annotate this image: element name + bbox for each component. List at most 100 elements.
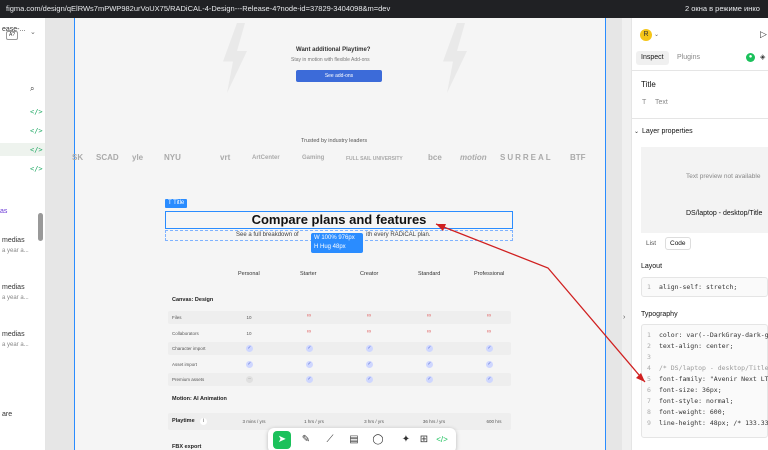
canvas-gutter [606, 18, 622, 450]
code-line: font-weight: 600; [659, 408, 726, 416]
code-line: font-style: normal; [659, 397, 734, 405]
cell: ∞ [426, 313, 432, 319]
code-line: line-height: 48px; /* 133.33 [659, 419, 768, 427]
dev-resources-icon[interactable]: ⊞ [415, 431, 433, 449]
upsell-subtitle: Stay in motion with flexible Add-ons [291, 57, 370, 63]
logo: ArtCenter [252, 155, 280, 161]
cell: ∞ [486, 329, 492, 335]
list-item-sub: a year a... [2, 248, 29, 254]
list-item-label[interactable]: medias [2, 331, 25, 338]
see-addons-button[interactable]: See add-ons [296, 70, 382, 82]
cell: 1 hrs / yrs [304, 419, 324, 424]
column-header: Creator [360, 271, 379, 277]
cell: 10 [246, 315, 252, 320]
lightning-decoration [443, 23, 467, 93]
code-icon[interactable]: </> [30, 127, 43, 135]
text-icon[interactable]: A? [6, 31, 18, 40]
pen-tool-icon[interactable]: ✎ [297, 431, 315, 449]
list-item-label[interactable]: as [0, 208, 7, 215]
trusted-heading: Trusted by industry leaders [301, 138, 368, 144]
section-heading: Canvas: Design [172, 297, 214, 303]
logo: BTF [570, 153, 586, 162]
selection-tag: T Title [165, 199, 188, 208]
logo: vrt [220, 153, 231, 162]
tab-code[interactable]: Code [665, 237, 691, 250]
code-block[interactable]: 1 align-self: stretch; [641, 277, 768, 297]
code-block[interactable]: 1 color: var(--DarkGray-dark-g 2 text-al… [641, 324, 768, 438]
check-icon: ✓ [366, 361, 373, 368]
dash-icon: – [246, 376, 253, 383]
table-row [168, 342, 511, 355]
list-item-label[interactable]: are [2, 411, 12, 418]
check-icon: ✓ [486, 361, 493, 368]
height-readout: H Hug 48px [314, 244, 346, 250]
incognito-label[interactable]: 2 окна в режиме инко [685, 4, 760, 13]
cell: 10 [246, 331, 252, 336]
scrollbar[interactable] [38, 213, 43, 241]
status-badge[interactable]: ● [746, 53, 755, 62]
url-text[interactable]: figma.com/design/qElRWs7mPWP982urVoUX75/… [6, 4, 390, 13]
tab-list[interactable]: List [646, 240, 656, 247]
line-number: 1 [647, 283, 651, 291]
cell: 3 hrs / yrs [364, 419, 384, 424]
dev-mode-icon[interactable]: </> [433, 431, 451, 449]
code-line: align-self: stretch; [659, 283, 738, 291]
line-number: 8 [647, 408, 651, 416]
dimension-badge: W 100% 976px H Hug 48px [311, 233, 363, 253]
cell: ∞ [426, 329, 432, 335]
row-label: Premium assets [172, 377, 205, 382]
component-icon[interactable]: ◈ [760, 53, 765, 61]
line-number: 4 [647, 364, 651, 372]
cell: ∞ [366, 313, 372, 319]
code-icon[interactable]: </> [30, 146, 43, 154]
typography-heading: Typography [641, 311, 678, 318]
chevron-down-icon[interactable]: ⌄ [30, 28, 36, 36]
cell: ∞ [486, 313, 492, 319]
table-row [168, 373, 511, 386]
layer-properties-heading[interactable]: Layer properties [642, 128, 693, 135]
chevron-down-icon[interactable]: ⌄ [654, 31, 659, 38]
measure-tool-icon[interactable]: ⟋ [321, 431, 339, 449]
code-icon[interactable]: </> [30, 165, 43, 173]
list-item-sub: a year a... [2, 295, 29, 301]
annotation-tool-icon[interactable]: ▤ [345, 431, 363, 449]
row-label: Collaborators [172, 331, 199, 336]
search-icon[interactable]: ⌕ [30, 84, 34, 94]
column-header: Professional [474, 271, 505, 277]
code-line: font-size: 36px; [659, 386, 722, 394]
list-item-label[interactable]: medias [2, 284, 25, 291]
layout-heading: Layout [641, 263, 663, 270]
logo: SK [72, 153, 84, 162]
plugins-tool-icon[interactable]: ✦ [397, 431, 415, 449]
line-number: 9 [647, 419, 651, 427]
upsell-title: Want additional Playtime? [296, 47, 371, 53]
avatar[interactable]: R [640, 29, 652, 41]
check-icon: ✓ [366, 376, 373, 383]
play-icon[interactable]: ▷ [760, 29, 767, 40]
canvas-toolbar: ➤ ✎ ⟋ ▤ ◯ ✦ ⊞ </> [268, 428, 456, 450]
logo: yle [132, 153, 144, 162]
tab-inspect[interactable]: Inspect [636, 51, 669, 65]
table-row [168, 311, 511, 324]
check-icon: ✓ [486, 376, 493, 383]
cell: ∞ [306, 329, 312, 335]
tab-plugins[interactable]: Plugins [677, 54, 700, 61]
logo: SURREAL [500, 153, 553, 162]
check-icon: ✓ [246, 345, 253, 352]
code-line: color: var(--DarkGray-dark-g [659, 331, 768, 339]
comment-tool-icon[interactable]: ◯ [369, 431, 387, 449]
width-readout: W 100% 976px [314, 235, 355, 241]
list-item-sub: a year a... [2, 342, 29, 348]
info-icon[interactable]: i [200, 418, 207, 425]
move-tool-icon[interactable]: ➤ [273, 431, 291, 449]
chevron-down-icon[interactable]: ⌄ [634, 128, 639, 135]
node-type: Text [655, 99, 668, 106]
code-icon[interactable]: </> [30, 108, 43, 116]
style-path: DS/laptop - desktop/Title [686, 210, 763, 217]
list-item-label[interactable]: medias [2, 237, 25, 244]
panel-resizer[interactable] [622, 18, 631, 450]
lightning-decoration [223, 23, 247, 93]
chevron-right-icon[interactable]: › [623, 314, 625, 321]
selection-tag-label: Title [173, 200, 185, 206]
column-header: Standard [418, 271, 441, 277]
